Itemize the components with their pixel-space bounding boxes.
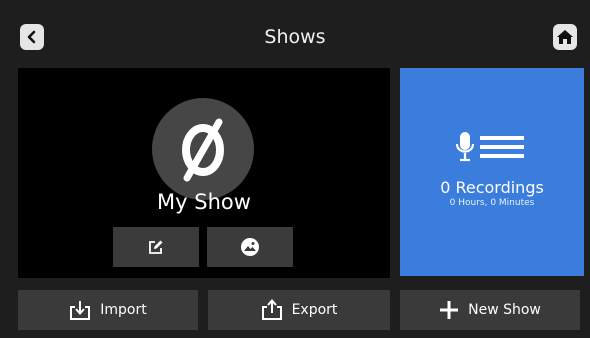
export-label: Export [291, 302, 338, 318]
microphone-list-icon [456, 132, 524, 162]
edit-icon [149, 240, 163, 254]
new-show-label: New Show [468, 302, 541, 318]
recordings-duration: 0 Hours, 0 Minutes [449, 198, 535, 208]
empty-set-icon [182, 118, 224, 182]
import-button[interactable]: Import [18, 290, 198, 330]
edit-show-button[interactable] [113, 227, 199, 267]
home-button[interactable] [553, 24, 577, 50]
plus-icon [440, 301, 459, 319]
import-icon [70, 301, 91, 320]
show-avatar[interactable] [152, 98, 254, 200]
export-button[interactable]: Export [208, 290, 390, 330]
recordings-count: 0 Recordings [440, 178, 544, 197]
new-show-button[interactable]: New Show [400, 290, 580, 330]
import-label: Import [100, 302, 147, 318]
change-image-button[interactable] [207, 227, 293, 267]
header-bar: Shows [0, 0, 590, 66]
recordings-tile[interactable]: 0 Recordings 0 Hours, 0 Minutes [400, 68, 584, 276]
show-name: My Show [157, 190, 251, 214]
image-icon [241, 238, 259, 256]
home-icon [557, 30, 573, 44]
show-panel: My Show [18, 68, 390, 278]
page-title: Shows [264, 26, 326, 48]
export-icon [261, 299, 282, 320]
